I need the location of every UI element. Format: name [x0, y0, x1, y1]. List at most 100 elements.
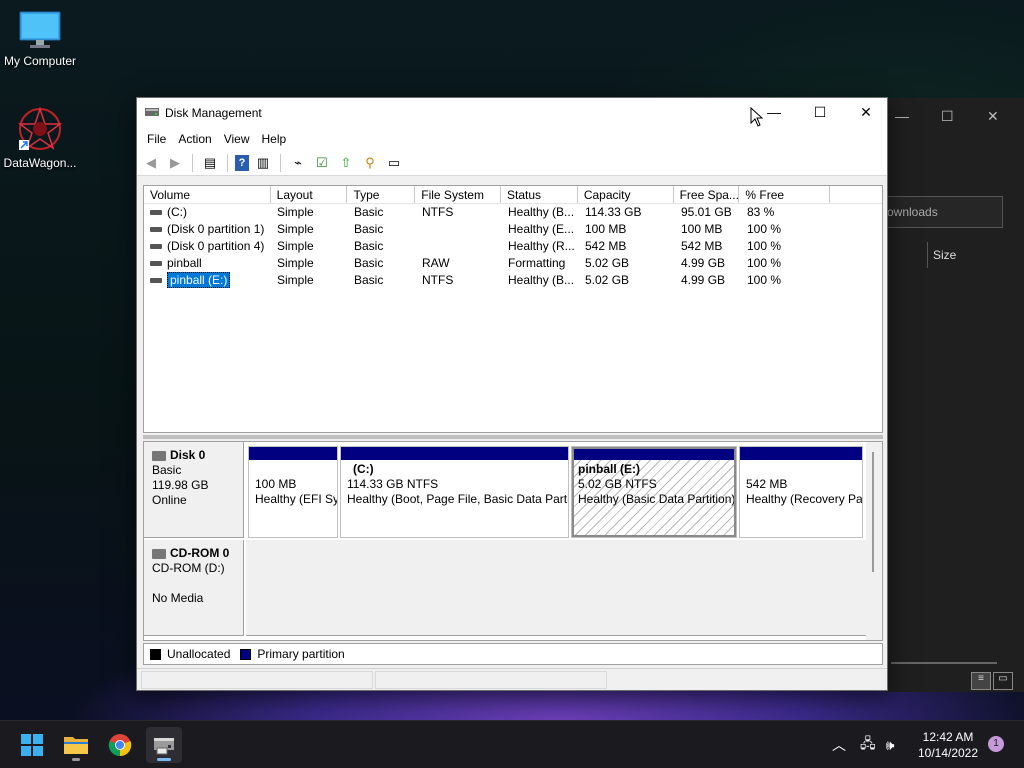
volume-name-cell: (Disk 0 partition 1) — [144, 221, 271, 238]
up-arrow-icon[interactable]: ⇧ — [336, 153, 356, 173]
volume-name: (Disk 0 partition 4) — [167, 239, 265, 253]
taskbar-chrome[interactable] — [102, 727, 138, 763]
table-row[interactable]: (Disk 0 partition 4) Simple Basic Health… — [144, 238, 882, 255]
disk-0-info[interactable]: Disk 0 Basic 119.98 GB Online — [144, 442, 244, 538]
close-button[interactable]: ✕ — [843, 98, 889, 128]
minimize-icon[interactable]: — — [895, 108, 909, 124]
partition-pinball-e[interactable]: pinball (E:) 5.02 GB NTFS Healthy (Basic… — [571, 446, 737, 538]
legend-primary-label: Primary partition — [257, 647, 345, 661]
details-view-icon[interactable]: ≡ — [971, 672, 991, 690]
partition-bar — [572, 447, 736, 460]
forward-arrow-icon[interactable]: ▶ — [165, 153, 185, 173]
window-title: Disk Management — [165, 106, 262, 120]
volume-free-space: 542 MB — [681, 239, 723, 253]
background-explorer-window[interactable]: — ☐ ✕ ownloads Size ≡ ▭ — [884, 98, 1024, 692]
taskbar-file-explorer[interactable] — [58, 727, 94, 763]
monitor-icon — [19, 11, 61, 48]
partition-status: Healthy (Boot, Page File, Basic Data Par… — [347, 492, 568, 506]
start-button[interactable] — [14, 727, 50, 763]
toolbar-separator — [192, 153, 193, 172]
partition-title — [746, 462, 856, 477]
partition-c[interactable]: (C:) 114.33 GB NTFS Healthy (Boot, Page … — [340, 446, 569, 538]
volume-file-system: NTFS — [422, 273, 454, 287]
menu-view[interactable]: View — [218, 132, 256, 146]
disk-management-window[interactable]: Disk Management — ☐ ✕ File Action View H… — [136, 97, 888, 691]
background-search-input[interactable]: ownloads — [885, 196, 1003, 228]
table-row[interactable]: pinball Simple Basic RAW Formatting 5.02… — [144, 255, 882, 272]
volume-free-space: 4.99 GB — [681, 273, 726, 287]
toolbar: ◀ ▶ ▤ ? ▥ ⌁ ☑ ⇧ ⚲ ▭ — [137, 150, 887, 176]
chevron-up-icon[interactable]: ︿ — [832, 735, 846, 755]
check-icon[interactable]: ☑ — [312, 153, 332, 173]
partition-status: Healthy (Basic Data Partition) — [578, 492, 736, 506]
desktop-icon-my-computer[interactable]: My Computer — [0, 10, 80, 68]
column-header-file-system[interactable]: File System — [415, 186, 502, 203]
system-tray: ︿ 🖧 🕪 — [832, 721, 894, 768]
disk-pane-vertical-scrollbar[interactable] — [866, 442, 882, 640]
search-icon[interactable]: ⚲ — [360, 153, 380, 173]
clock-date: 10/14/2022 — [917, 746, 979, 760]
partition-size: 100 MB — [255, 477, 297, 491]
column-header-volume[interactable]: Volume — [144, 186, 271, 203]
volume-list[interactable]: Volume Layout Type File System Status Ca… — [143, 185, 883, 433]
disk-0-type: Basic — [152, 463, 182, 477]
taskbar-disk-management[interactable] — [146, 727, 182, 763]
menu-action[interactable]: Action — [172, 132, 217, 146]
network-icon[interactable]: 🖧 — [860, 733, 876, 757]
table-row[interactable]: (Disk 0 partition 1) Simple Basic Health… — [144, 221, 882, 238]
column-header-free-space[interactable]: Free Spa... — [674, 186, 740, 203]
volume-name-cell: pinball — [144, 255, 271, 272]
table-row-selected[interactable]: pinball (E:) Simple Basic NTFS Healthy (… — [144, 272, 882, 289]
close-icon[interactable]: ✕ — [987, 108, 999, 125]
cdrom-0-info[interactable]: CD-ROM 0 CD-ROM (D:) No Media — [144, 540, 244, 636]
help-icon[interactable]: ? — [235, 154, 249, 171]
status-bar — [137, 668, 887, 690]
volume-layout: Simple — [277, 222, 314, 236]
menu-file[interactable]: File — [141, 132, 172, 146]
disk-layout-pane[interactable]: Disk 0 Basic 119.98 GB Online 100 MB Hea… — [143, 441, 883, 641]
volume-name: pinball (E:) — [167, 272, 231, 288]
partition-recovery[interactable]: 542 MB Healthy (Recovery Pa — [739, 446, 863, 538]
volume-percent-free: 100 % — [747, 256, 782, 270]
window-titlebar[interactable]: Disk Management — ☐ ✕ — [137, 98, 887, 128]
legend-primary-swatch — [240, 648, 252, 660]
connect-disk-icon[interactable]: ⌁ — [288, 153, 308, 173]
maximize-icon[interactable]: ☐ — [941, 108, 954, 125]
menu-help[interactable]: Help — [256, 132, 293, 146]
column-header-empty — [830, 186, 882, 203]
cdrom-0-name: CD-ROM 0 — [170, 546, 230, 560]
maximize-button[interactable]: ☐ — [797, 98, 843, 128]
desktop-icon-datawagon[interactable]: DataWagon... — [0, 106, 80, 170]
pane-splitter[interactable] — [143, 435, 883, 439]
background-horizontal-scrollbar[interactable] — [891, 662, 997, 664]
tiles-view-icon[interactable]: ▭ — [993, 672, 1013, 690]
partition-efi[interactable]: 100 MB Healthy (EFI Sy — [248, 446, 338, 538]
volume-type: Basic — [354, 256, 384, 270]
volume-status: Healthy (E... — [508, 222, 575, 236]
show-hide-console-tree-icon[interactable]: ▤ — [200, 153, 220, 173]
taskbar-clock[interactable]: 12:42 AM 10/14/2022 — [910, 729, 986, 761]
scrollbar-thumb[interactable] — [872, 452, 874, 572]
properties-icon[interactable]: ▭ — [384, 153, 404, 173]
table-row[interactable]: (C:) Simple Basic NTFS Healthy (B... 114… — [144, 204, 882, 221]
size-column-header[interactable]: Size — [933, 248, 956, 262]
column-header-type[interactable]: Type — [347, 186, 416, 203]
volume-name: (C:) — [167, 205, 187, 219]
column-header-layout[interactable]: Layout — [271, 186, 348, 203]
back-arrow-icon[interactable]: ◀ — [141, 153, 161, 173]
column-header-capacity[interactable]: Capacity — [578, 186, 674, 203]
volume-type: Basic — [354, 222, 384, 236]
volume-type: Basic — [354, 205, 384, 219]
volume-icon[interactable]: 🕪 — [886, 737, 895, 754]
show-hide-action-pane-icon[interactable]: ▥ — [253, 153, 273, 173]
volume-name-cell: (Disk 0 partition 4) — [144, 238, 271, 255]
partition-bar — [341, 447, 568, 460]
column-header-percent-free[interactable]: % Free — [739, 186, 831, 203]
running-indicator — [157, 758, 171, 761]
notification-badge[interactable]: 1 — [988, 736, 1004, 752]
column-header-status[interactable]: Status — [501, 186, 578, 203]
cdrom-0-state: No Media — [152, 591, 204, 605]
partition-size: 114.33 GB NTFS — [347, 477, 439, 491]
cdrom-icon — [152, 548, 166, 559]
